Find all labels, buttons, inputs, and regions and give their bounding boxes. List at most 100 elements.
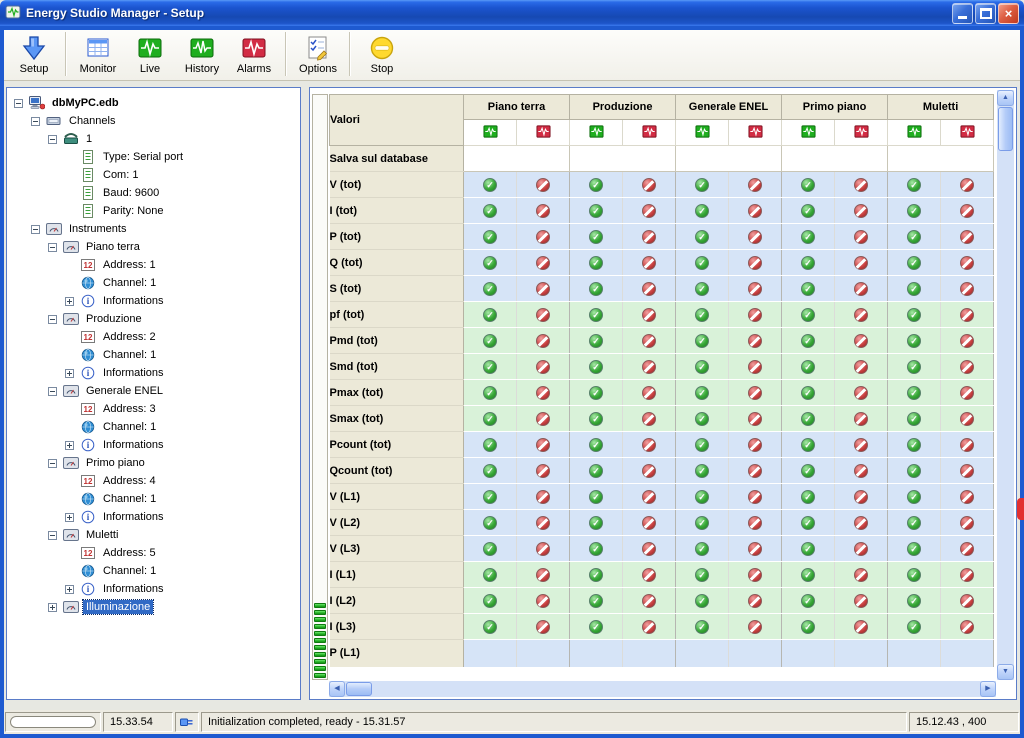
alarm-toggle-cell[interactable] [835, 562, 888, 588]
tree-node-address-3[interactable]: 12Address: 3 [10, 400, 297, 418]
alarm-toggle-cell[interactable] [835, 406, 888, 432]
minimize-button[interactable] [952, 3, 973, 24]
live-toggle-cell[interactable] [888, 562, 941, 588]
save-database-cell-primo-piano[interactable] [782, 146, 888, 172]
tree-node-com-1[interactable]: Com: 1 [10, 166, 297, 184]
alarm-toggle-cell[interactable] [729, 328, 782, 354]
alarm-toggle-cell[interactable] [517, 276, 570, 302]
live-toggle-cell[interactable] [570, 406, 623, 432]
live-toggle-cell[interactable] [464, 406, 517, 432]
alarm-toggle-cell[interactable] [835, 354, 888, 380]
alarm-toggle-cell[interactable] [941, 484, 994, 510]
live-toggle-cell[interactable] [676, 406, 729, 432]
save-database-cell-produzione[interactable] [570, 146, 676, 172]
live-toggle-cell[interactable] [782, 406, 835, 432]
alarm-toggle-cell[interactable] [517, 536, 570, 562]
live-toggle-cell[interactable] [888, 328, 941, 354]
live-toggle-cell[interactable] [676, 588, 729, 614]
live-toggle-cell[interactable] [570, 328, 623, 354]
alarm-toggle-cell[interactable] [623, 432, 676, 458]
alarm-toggle-cell[interactable] [517, 172, 570, 198]
alarm-toggle-cell[interactable] [623, 562, 676, 588]
live-toggle-cell[interactable] [782, 484, 835, 510]
alarm-toggle-cell[interactable] [835, 432, 888, 458]
tree-node-channel-1[interactable]: Channel: 1 [10, 418, 297, 436]
live-toggle-cell[interactable] [464, 250, 517, 276]
alarm-toggle-cell[interactable] [623, 172, 676, 198]
save-database-cell-generale-enel[interactable] [676, 146, 782, 172]
tree-node-1[interactable]: 1 [10, 130, 297, 148]
alarm-toggle-cell[interactable] [835, 172, 888, 198]
toolbar-button-monitor[interactable]: Monitor [72, 29, 124, 79]
alarm-toggle-cell[interactable] [517, 328, 570, 354]
live-toggle-cell[interactable] [570, 458, 623, 484]
live-toggle-cell[interactable] [888, 380, 941, 406]
live-toggle-cell[interactable] [888, 510, 941, 536]
alarm-toggle-cell[interactable] [623, 224, 676, 250]
tree-node-informations[interactable]: iInformations [10, 436, 297, 454]
tree-node-informations[interactable]: iInformations [10, 292, 297, 310]
live-toggle-cell[interactable] [676, 328, 729, 354]
alarm-toggle-cell[interactable] [835, 328, 888, 354]
alarm-toggle-cell[interactable] [729, 510, 782, 536]
alarm-toggle-cell[interactable] [623, 380, 676, 406]
horizontal-scroll-thumb[interactable] [346, 682, 372, 696]
alarm-toggle-cell[interactable] [517, 562, 570, 588]
live-toggle-cell[interactable] [570, 198, 623, 224]
alarm-toggle-cell[interactable] [729, 406, 782, 432]
tree-toggle-minus-icon[interactable] [31, 117, 40, 126]
live-toggle-cell[interactable] [782, 432, 835, 458]
scroll-left-button[interactable]: ◀ [329, 681, 345, 697]
tree-toggle-minus-icon[interactable] [48, 135, 57, 144]
tree-toggle-plus-icon[interactable] [65, 369, 74, 378]
live-toggle-cell[interactable] [888, 484, 941, 510]
live-toggle-cell[interactable] [570, 432, 623, 458]
alarm-toggle-cell[interactable] [941, 276, 994, 302]
tree-toggle-minus-icon[interactable] [31, 225, 40, 234]
alarm-toggle-cell[interactable] [835, 614, 888, 640]
alarm-toggle-cell[interactable] [835, 276, 888, 302]
live-toggle-cell[interactable] [782, 276, 835, 302]
live-toggle-cell[interactable] [464, 614, 517, 640]
tree-toggle-minus-icon[interactable] [14, 99, 23, 108]
live-toggle-cell[interactable] [888, 406, 941, 432]
alarm-toggle-cell[interactable] [729, 588, 782, 614]
live-toggle-cell[interactable] [464, 484, 517, 510]
toolbar-button-setup[interactable]: Setup [8, 29, 60, 79]
tree-node-dbmypc-edb[interactable]: dbMyPC.edb [10, 94, 297, 112]
live-toggle-cell[interactable] [464, 536, 517, 562]
live-toggle-cell[interactable] [676, 172, 729, 198]
vertical-scrollbar[interactable]: ▲ ▼ [997, 90, 1014, 680]
alarm-toggle-cell[interactable] [623, 354, 676, 380]
tree-node-informations[interactable]: iInformations [10, 508, 297, 526]
alarm-toggle-cell[interactable] [835, 302, 888, 328]
alarm-toggle-cell[interactable] [517, 614, 570, 640]
alarm-toggle-cell[interactable] [835, 458, 888, 484]
live-toggle-cell[interactable] [676, 302, 729, 328]
alarm-toggle-cell[interactable] [941, 380, 994, 406]
tree-node-baud-9600[interactable]: Baud: 9600 [10, 184, 297, 202]
live-toggle-cell[interactable] [676, 380, 729, 406]
live-toggle-cell[interactable] [464, 276, 517, 302]
live-toggle-cell[interactable] [570, 172, 623, 198]
toolbar-button-stop[interactable]: Stop [356, 29, 408, 79]
live-toggle-cell[interactable] [676, 484, 729, 510]
tree-toggle-plus-icon[interactable] [65, 585, 74, 594]
live-toggle-cell[interactable] [464, 562, 517, 588]
live-toggle-cell[interactable] [888, 588, 941, 614]
alarm-toggle-cell[interactable] [729, 380, 782, 406]
alarm-toggle-cell[interactable] [835, 510, 888, 536]
alarm-toggle-cell[interactable] [623, 328, 676, 354]
live-toggle-cell[interactable] [676, 276, 729, 302]
titlebar[interactable]: Energy Studio Manager - Setup × [0, 0, 1024, 26]
alarm-toggle-cell[interactable] [729, 276, 782, 302]
alarm-toggle-cell[interactable] [941, 432, 994, 458]
alarm-toggle-cell[interactable] [623, 406, 676, 432]
toolbar-button-alarms[interactable]: Alarms [228, 29, 280, 79]
scroll-down-button[interactable]: ▼ [997, 664, 1014, 680]
tree-toggle-minus-icon[interactable] [48, 459, 57, 468]
alarm-toggle-cell[interactable] [517, 406, 570, 432]
live-toggle-cell[interactable] [782, 588, 835, 614]
tree-node-channel-1[interactable]: Channel: 1 [10, 346, 297, 364]
tree-node-channel-1[interactable]: Channel: 1 [10, 562, 297, 580]
